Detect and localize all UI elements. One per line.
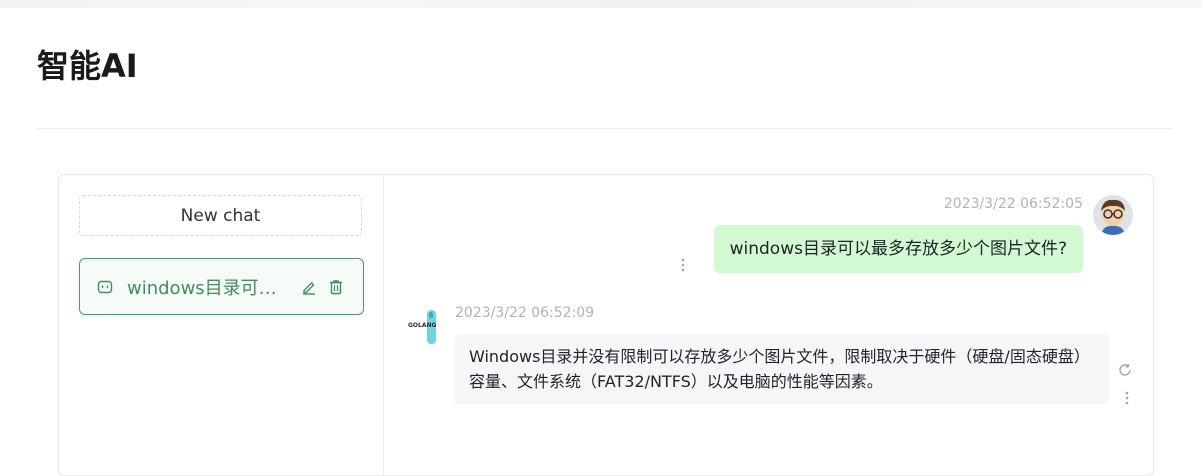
- conversation-title: windows目录可以最多存放多少个图片文件?: [127, 277, 287, 299]
- message-timestamp: 2023/3/22 06:52:05: [943, 196, 1083, 212]
- message-timestamp: 2023/3/22 06:52:09: [455, 305, 595, 321]
- assistant-avatar: GOLANG: [407, 306, 447, 346]
- conversation-item[interactable]: windows目录可以最多存放多少个图片文件?: [79, 258, 364, 315]
- chat-icon: [97, 279, 113, 295]
- more-vertical-icon[interactable]: [1125, 390, 1129, 409]
- refresh-icon[interactable]: [1117, 362, 1133, 382]
- new-chat-button[interactable]: New chat: [79, 195, 362, 236]
- edit-icon[interactable]: [301, 279, 317, 295]
- user-message-bubble: windows目录可以最多存放多少个图片文件?: [713, 225, 1083, 273]
- chat-panel: New chat windows目录可以最多存放多少个图片文件?: [58, 174, 1154, 476]
- avatar-label: GOLANG: [408, 322, 437, 329]
- conversation-sidebar: New chat windows目录可以最多存放多少个图片文件?: [59, 175, 384, 475]
- more-vertical-icon[interactable]: [681, 257, 685, 276]
- chat-messages-area: 2023/3/22 06:52:05 windows目录可以最多存放多少个图片文…: [384, 175, 1153, 475]
- page-title: 智能AI: [37, 47, 138, 85]
- assistant-message-bubble: Windows目录并没有限制可以存放多少个图片文件，限制取决于硬件（硬盘/固态硬…: [454, 334, 1109, 404]
- delete-icon[interactable]: [328, 279, 344, 295]
- title-divider: [37, 128, 1172, 129]
- top-banner-strip: [0, 0, 1202, 8]
- conversation-actions: [301, 279, 344, 295]
- user-avatar: [1093, 195, 1133, 235]
